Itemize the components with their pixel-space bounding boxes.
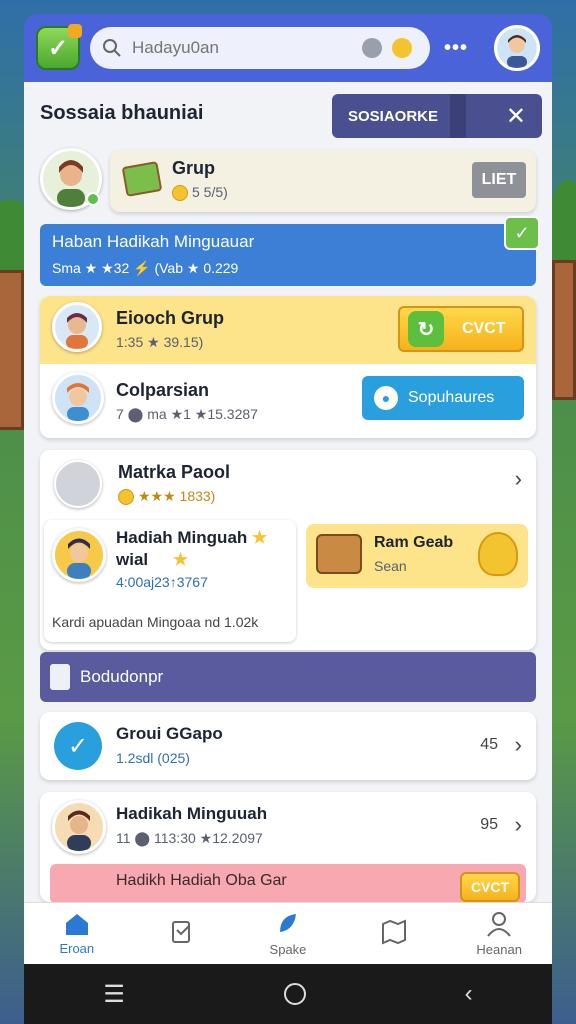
avatar[interactable] [52, 528, 106, 582]
chevron-right-icon[interactable]: › [515, 466, 522, 492]
chevron-right-icon[interactable]: › [515, 732, 522, 758]
profile-avatar[interactable] [494, 25, 540, 71]
friend-row2-button[interactable]: ● Sopuhaures [362, 376, 524, 420]
hadiah-row-sub: 11 ⬤ 113:30 ★12.2097 [116, 830, 263, 846]
clipboard-icon [172, 920, 191, 943]
check-circle-icon: ✓ [54, 722, 102, 770]
main-panel: Sossaia bhauniai SOSIAORKE ✕ Grup 5 5/5)… [24, 82, 552, 902]
nav-profile[interactable]: Heanan [459, 910, 539, 957]
matrix-title: Matrka Paool [118, 462, 231, 482]
hadiah-inner-card[interactable]: Hadiah Minguah ★ wial ★ 4:00aj23↑3767 Ka… [44, 520, 296, 642]
chest-icon [316, 534, 362, 574]
back-icon[interactable]: ‹ [465, 980, 473, 1008]
grup-title: Grup [172, 158, 215, 178]
home-button-icon[interactable] [283, 983, 306, 1005]
search-bar[interactable] [90, 27, 430, 69]
recents-icon[interactable]: ☰ [103, 980, 125, 1009]
grup-card[interactable]: Grup 5 5/5) LIET [110, 150, 536, 212]
group-row-sub: 1.2sdl (025) [116, 750, 190, 766]
friend-row1-sub: 1:35 ★ 39.15) [116, 334, 204, 350]
pink-banner-button[interactable]: CVCT [460, 872, 520, 902]
search-input[interactable] [132, 38, 352, 58]
avatar[interactable] [52, 372, 104, 424]
hadiah-row-count: 95 [480, 816, 498, 833]
page-title: Sossaia bhauniai [40, 102, 204, 124]
friend-row1-button[interactable]: ↻ CVCT [398, 306, 524, 352]
close-icon[interactable]: ✕ [506, 102, 526, 131]
hadiah-title2: wial ★ [116, 550, 189, 569]
bottom-nav: Eroan Spake Heanan [24, 902, 552, 964]
nav-map[interactable] [354, 918, 434, 950]
hadiah-row-title: Hadikah Minguuah [116, 804, 268, 823]
hadiah-row-card[interactable]: Hadikah Minguuah 11 ⬤ 113:30 ★12.2097 95… [40, 792, 536, 902]
weekly-banner[interactable]: Haban Hadikah Minguauar Sma ★ ★32 ⚡ (Vab… [40, 216, 540, 286]
group-row-count: 45 [480, 736, 498, 753]
pink-banner-title: Hadikh Hadiah Oba Gar [116, 872, 287, 889]
background-house-right [552, 260, 576, 400]
friend-row2-sub: 7 ⬤ ma ★1 ★15.3287 [116, 406, 258, 422]
weekly-banner-stats: Sma ★ ★32 ⚡ (Vab ★ 0.229 [52, 260, 239, 276]
section-title: Bodudonpr [80, 667, 164, 686]
friend-row2-title: Colparsian [116, 380, 210, 400]
coin-icon[interactable] [392, 38, 412, 58]
machine-icon [54, 460, 102, 508]
map-icon [121, 161, 163, 197]
avatar[interactable] [52, 800, 106, 854]
ram-geab-sub: Sean [374, 558, 407, 574]
online-badge [86, 192, 100, 206]
timer-icon: ● [374, 386, 398, 410]
weekly-banner-title: Haban Hadikah Minguauar [52, 232, 255, 251]
header-action-button[interactable]: SOSIAORKE ✕ [332, 94, 542, 138]
nav-spake-label: Spake [269, 942, 307, 957]
hadiah-title: Hadiah Minguah ★ [116, 528, 268, 547]
group-row-card[interactable]: ✓ Groui GGapo 1.2sdl (025) 45 › [40, 712, 536, 780]
ram-geab-card[interactable]: Ram Geab Sean [306, 524, 528, 588]
pink-banner[interactable]: Hadikh Hadiah Oba Gar CVCT [50, 864, 526, 902]
clock-icon[interactable] [362, 38, 382, 58]
system-nav-bar: ☰ ‹ [24, 964, 552, 1024]
document-icon [50, 664, 70, 690]
search-icon [103, 39, 121, 57]
header-action-label: SOSIAORKE [348, 107, 439, 125]
leaf-icon [279, 914, 296, 932]
friend-row1-title: Eiooch Grup [116, 308, 224, 328]
grup-action-button[interactable]: LIET [472, 162, 526, 198]
nav-profile-label: Heanan [476, 942, 522, 957]
check-icon[interactable]: ✓ [504, 216, 540, 250]
gold-bag-icon [478, 532, 518, 576]
avatar[interactable] [52, 302, 102, 352]
matrix-sub: ★★★ 1833) [118, 488, 215, 506]
nav-home-label: Eroan [59, 941, 95, 956]
nav-tasks[interactable] [142, 918, 222, 950]
grup-sub: 5 5/5) [172, 184, 228, 202]
home-icon [65, 914, 88, 935]
chevron-right-icon[interactable]: › [515, 812, 522, 838]
hadiah-sub: 4:00aj23↑3767 [116, 574, 208, 590]
map-icon [381, 918, 406, 945]
friend-list-card: Eiooch Grup 1:35 ★ 39.15) ↻ CVCT Colpars… [40, 296, 536, 438]
more-options-icon[interactable]: ••• [444, 37, 468, 60]
refresh-icon: ↻ [408, 311, 444, 347]
nav-spake[interactable]: Spake [248, 910, 328, 957]
nav-home[interactable]: Eroan [37, 911, 117, 956]
background-house-left [0, 270, 24, 430]
app-logo-icon[interactable]: ✓ [36, 24, 82, 70]
user-icon [487, 912, 511, 937]
group-row-title: Groui GGapo [116, 724, 223, 743]
section-header: Bodudonpr [40, 652, 536, 702]
top-bar: ✓ ••• [24, 14, 552, 82]
hadiah-footer: Kardi apuadan Mingoaa nd 1.02k [52, 614, 259, 630]
reward-card: Matrka Paool ★★★ 1833) › Hadiah Minguah … [40, 450, 536, 650]
ram-geab-title: Ram Geab [374, 534, 454, 551]
